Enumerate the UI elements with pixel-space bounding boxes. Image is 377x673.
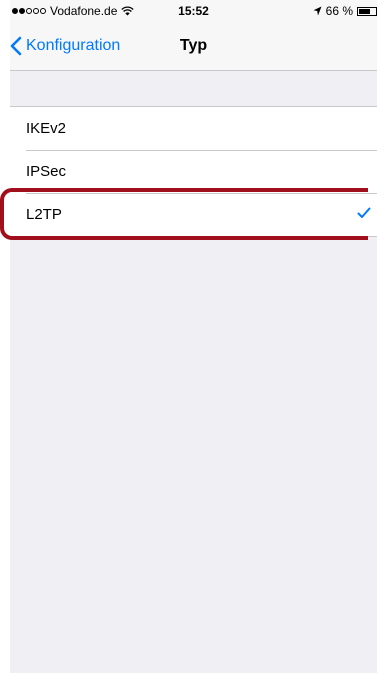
battery-level	[359, 8, 370, 14]
list-item-ipsec[interactable]: IPSec	[10, 150, 377, 193]
back-button[interactable]: Konfiguration	[10, 22, 120, 70]
list-item-label: IKEv2	[26, 120, 67, 137]
chevron-left-icon	[10, 36, 22, 56]
back-label: Konfiguration	[26, 37, 121, 54]
status-bar: Vodafone.de 15:52 66 %	[10, 0, 377, 22]
list-item-label: IPSec	[26, 163, 67, 180]
checkmark-icon	[357, 207, 371, 218]
list-item-ikev2[interactable]: IKEv2	[10, 107, 377, 150]
location-arrow-icon	[313, 6, 322, 16]
status-right: 66 %	[313, 4, 377, 18]
settings-screen: Vodafone.de 15:52 66 % Konfiguration Typ…	[10, 0, 377, 673]
navigation-bar: Konfiguration Typ	[10, 22, 377, 71]
battery-icon	[357, 6, 377, 16]
type-options-list: IKEv2 IPSec L2TP	[10, 106, 377, 237]
list-item-l2tp[interactable]: L2TP	[10, 193, 377, 236]
list-item-label: L2TP	[26, 206, 62, 223]
battery-percent: 66 %	[325, 4, 353, 18]
